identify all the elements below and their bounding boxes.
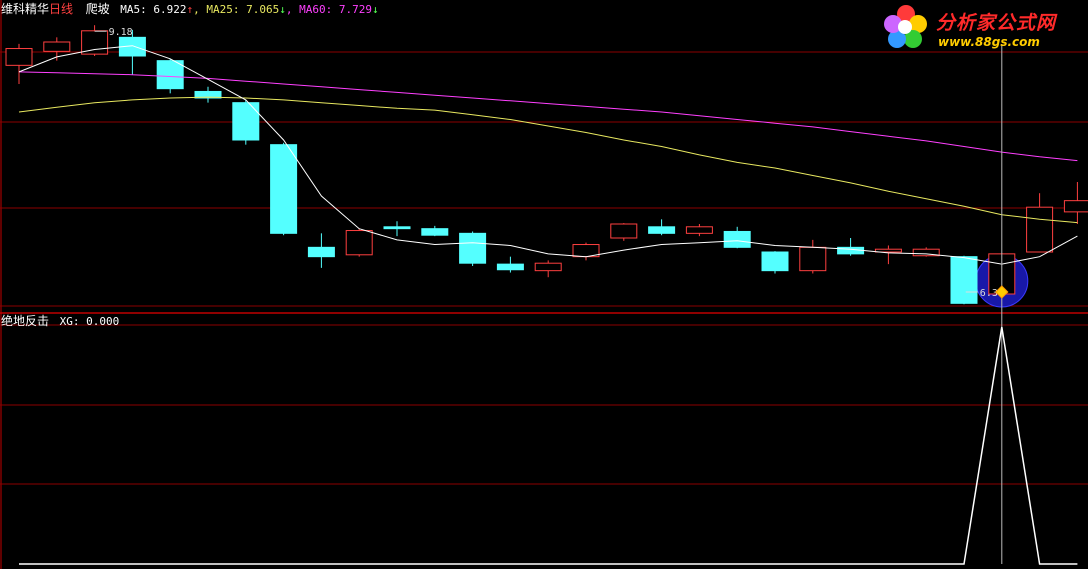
candle-body [1063,200,1088,213]
candle-body [534,262,562,272]
candle-body [307,246,335,258]
xg-value: XG: 0.000 [59,315,120,328]
candle-body [5,48,33,66]
high-price-label: 9.18 [109,27,133,38]
candle-body [685,226,713,234]
ma25-arrow-icon: ↓ [279,3,286,16]
candle-body [156,60,184,90]
xg-signal-line [19,326,1078,565]
stock-name: 维科精华 [1,2,50,16]
logo-title: 分析家公式网 [936,12,1057,34]
indicator-name: 爬坡 [85,2,110,16]
candle-body [43,41,71,52]
candle-body [799,246,827,272]
candle-body [232,102,260,141]
candle-body [81,30,109,55]
ma60-value: , MA60: 7.729 [285,3,372,16]
candle-body [459,232,487,264]
candle-body [723,230,751,248]
candle-body [761,251,789,272]
chart-canvas: 9.18 6.3 [0,0,1088,569]
period-label: 日线 [49,2,74,16]
candle-body [383,226,411,230]
main-chart-header: 维科精华日线 爬坡 MA5: 6.922↑, MA25: 7.065↓, MA6… [1,0,379,17]
candle-body [648,226,676,234]
sub-indicator-name: 绝地反击 [1,314,50,328]
ma25-line [18,96,1078,224]
ma60-arrow-icon: ↓ [371,3,379,16]
candle-body [610,223,638,239]
flower-logo-icon [884,5,927,48]
sub-chart-header: 绝地反击 XG: 0.000 [1,312,119,329]
candle-body [950,256,978,304]
low-price-label: 6.3 [980,288,998,299]
logo-url: www.88gs.com [938,35,1040,49]
candle-body [496,263,524,271]
site-logo: 分析家公式网 www.88gs.com [880,2,1080,52]
candle-body [421,228,449,236]
candle-body [270,144,298,234]
ma25-value: , MA25: 7.065 [193,3,280,16]
candle-body [345,230,373,256]
ma5-value: MA5: 6.922 [120,3,187,16]
candle-body [1026,206,1054,253]
